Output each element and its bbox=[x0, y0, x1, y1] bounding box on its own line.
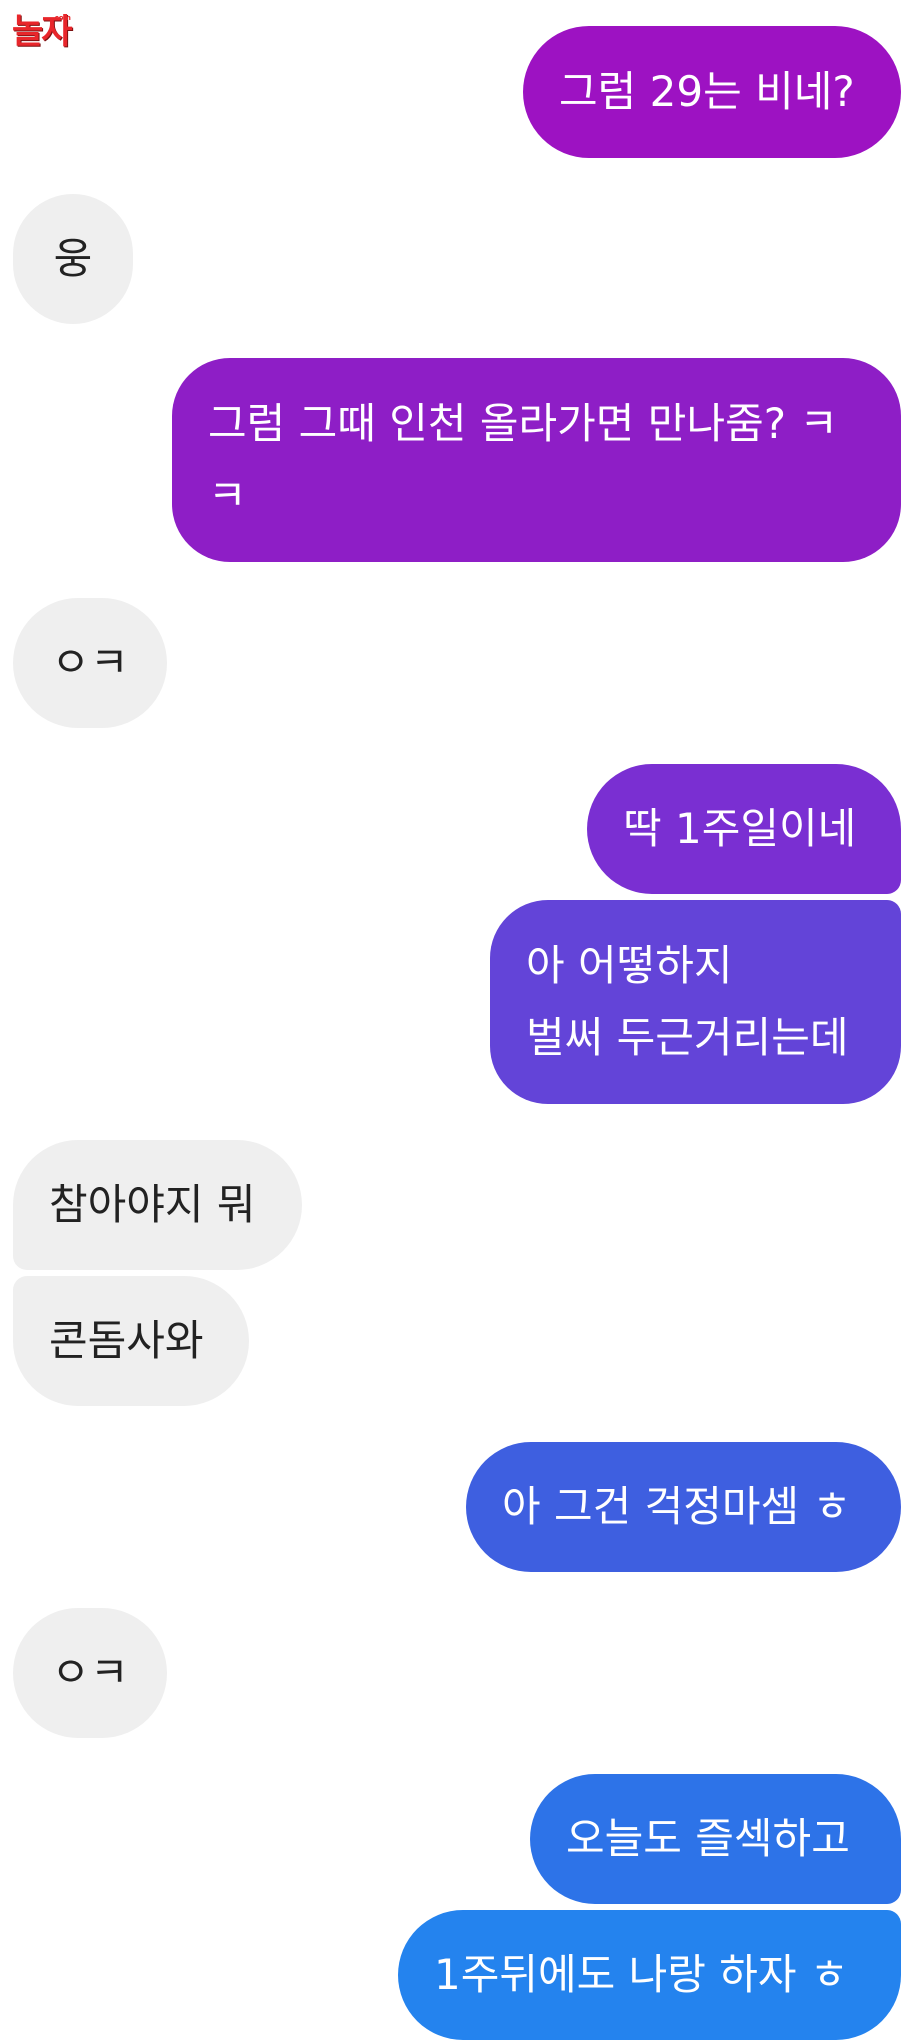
received-message-bubble[interactable]: ㅇㅋ bbox=[13, 598, 167, 728]
sent-message-bubble[interactable]: 아 그건 걱정마셈 ㅎ bbox=[466, 1442, 901, 1572]
sent-message-bubble[interactable]: 1주뒤에도 나랑 하자 ㅎ bbox=[398, 1910, 901, 2040]
received-message-bubble[interactable]: 웅 bbox=[13, 194, 133, 324]
sent-message-bubble[interactable]: 그럼 29는 비네? bbox=[523, 26, 901, 158]
sent-message-bubble[interactable]: 아 어떻하지 벌써 두근거리는데 bbox=[490, 900, 901, 1104]
sent-message-bubble[interactable]: 오늘도 즐섹하고 bbox=[530, 1774, 901, 1904]
site-logo: .com 놀자 bbox=[12, 12, 73, 52]
logo-domain-mark: .com bbox=[52, 14, 71, 22]
sent-message-bubble[interactable]: 그럼 그때 인천 올라가면 만나줌? ㅋ ㅋ bbox=[172, 358, 901, 562]
received-message-bubble[interactable]: ㅇㅋ bbox=[13, 1608, 167, 1738]
sent-message-bubble[interactable]: 딱 1주일이네 bbox=[587, 764, 901, 894]
received-message-bubble[interactable]: 참아야지 뭐 bbox=[13, 1140, 302, 1270]
received-message-bubble[interactable]: 콘돔사와 bbox=[13, 1276, 249, 1406]
